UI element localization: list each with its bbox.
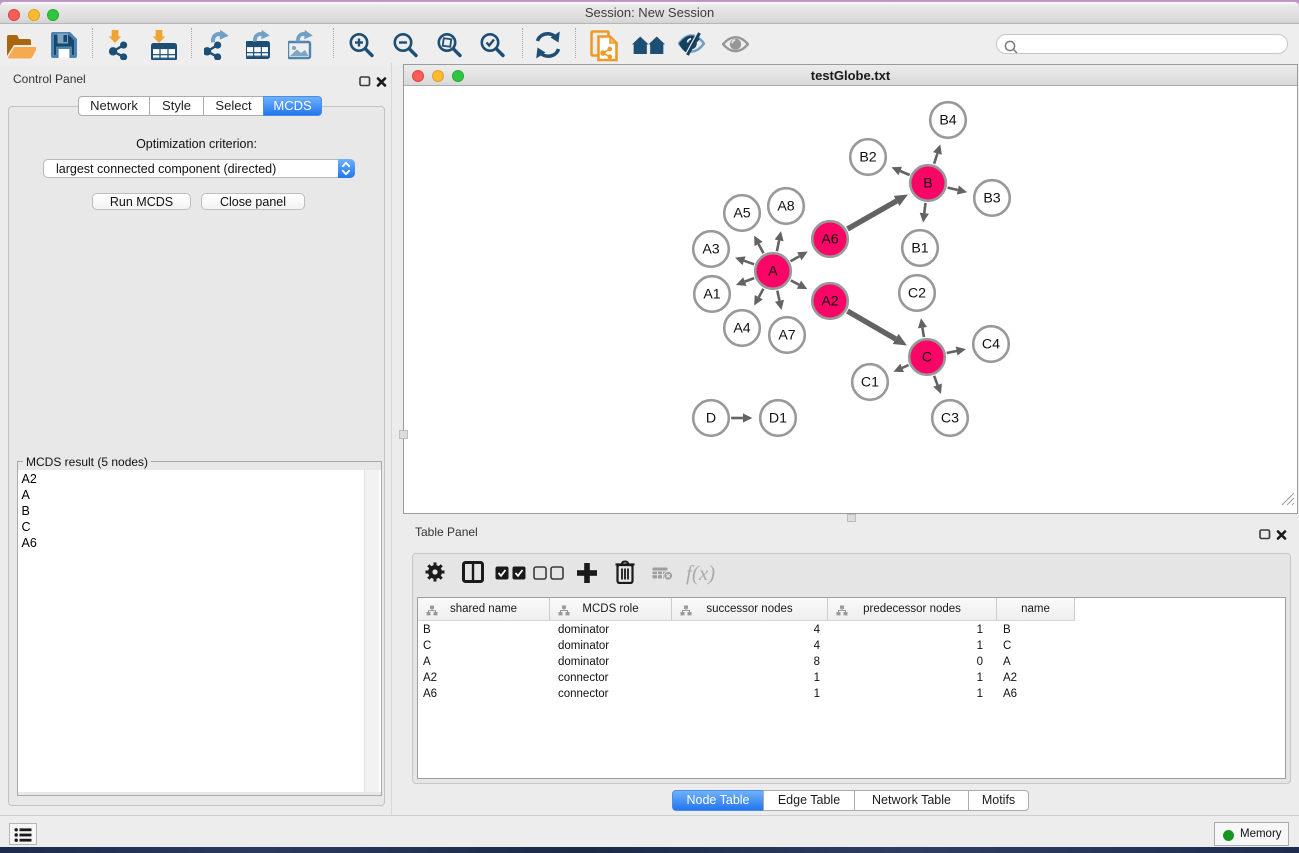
svg-text:A1: A1: [703, 287, 720, 303]
svg-text:B1: B1: [911, 241, 928, 257]
svg-text:A8: A8: [777, 199, 794, 215]
svg-text:B2: B2: [859, 150, 876, 166]
svg-text:D: D: [706, 411, 716, 427]
svg-text:A6: A6: [821, 232, 838, 248]
svg-text:C1: C1: [861, 375, 879, 391]
svg-text:A7: A7: [778, 328, 795, 344]
svg-text:C3: C3: [941, 411, 959, 427]
svg-text:B4: B4: [939, 113, 956, 129]
svg-text:C4: C4: [982, 337, 1000, 353]
svg-text:B: B: [923, 176, 932, 192]
svg-text:D1: D1: [769, 411, 787, 427]
svg-text:A: A: [768, 264, 778, 280]
svg-text:A4: A4: [733, 321, 750, 337]
svg-text:B3: B3: [983, 191, 1000, 207]
svg-text:C: C: [922, 350, 932, 366]
svg-text:A3: A3: [702, 242, 719, 258]
svg-text:A2: A2: [821, 294, 838, 310]
svg-text:C2: C2: [908, 286, 926, 302]
svg-text:A5: A5: [733, 206, 750, 222]
